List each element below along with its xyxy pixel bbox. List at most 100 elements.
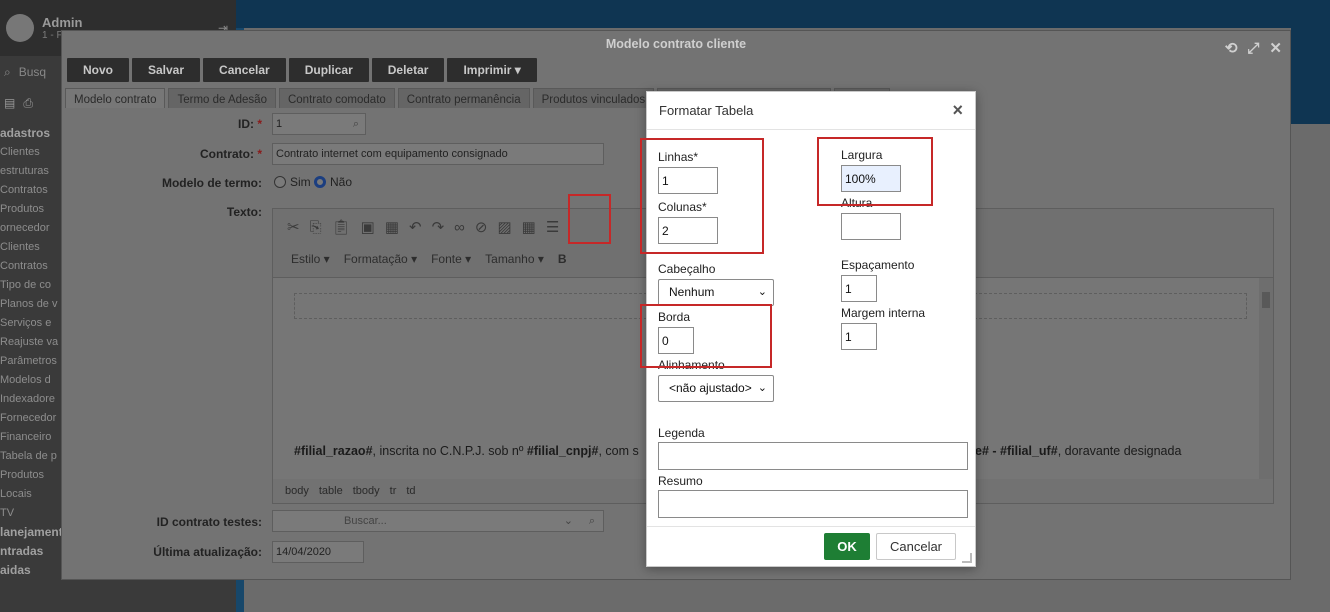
toolbar-button[interactable]: Novo — [67, 58, 129, 82]
print-icon[interactable]: ⎙ — [23, 96, 33, 111]
sidebar-item[interactable]: lanejamento — [0, 523, 62, 542]
sidebar-item[interactable]: Contratos — [0, 257, 62, 276]
list-icon[interactable]: ▤ — [4, 96, 15, 110]
sidebar-item[interactable]: ntradas — [0, 542, 62, 561]
radio-sim-dot[interactable] — [274, 176, 286, 188]
sidebar-item[interactable]: Contratos — [0, 181, 62, 200]
sidebar-item[interactable]: Modelos d — [0, 371, 62, 390]
close-icon[interactable]: ✕ — [1269, 35, 1282, 62]
ultima-atualizacao-label: Última atualização: — [153, 545, 262, 559]
paste-text-icon[interactable]: ▣ — [361, 218, 375, 236]
alinhamento-select[interactable]: <não ajustado> ⌄ — [658, 375, 774, 402]
sidebar-item[interactable]: estruturas — [0, 162, 62, 181]
sidebar-item[interactable]: Clientes — [0, 143, 62, 162]
sidebar-item[interactable]: ornecedor — [0, 219, 62, 238]
toolbar-button[interactable]: Imprimir ▾ — [447, 58, 537, 82]
path-item[interactable]: tr — [390, 479, 397, 503]
cancel-button[interactable]: Cancelar — [876, 533, 956, 560]
id-field[interactable]: 1 ⌕ — [272, 113, 366, 135]
sidebar-item[interactable]: Indexadore — [0, 390, 62, 409]
copy-icon[interactable]: ⎘ — [310, 219, 322, 236]
sidebar-item[interactable]: Clientes — [0, 238, 62, 257]
path-item[interactable]: body — [285, 479, 309, 503]
paste-word-icon[interactable]: ▦ — [385, 218, 399, 236]
resize-handle[interactable] — [962, 553, 972, 563]
contrato-field[interactable]: Contrato internet com equipamento consig… — [272, 143, 604, 165]
undo-icon[interactable]: ↶ — [409, 218, 422, 236]
toolbar-button[interactable]: Duplicar — [288, 58, 369, 82]
sidebar-menu: adastros Clientes estruturas Contratos Produ… — [0, 124, 62, 580]
format-dropdown[interactable]: Tamanho ▾ — [485, 252, 544, 266]
sidebar-item[interactable]: Tabela de p — [0, 447, 62, 466]
cabecalho-select[interactable]: Nenhum ⌄ — [658, 279, 774, 306]
unlink-icon[interactable]: ⊘ — [475, 218, 488, 236]
table-icon[interactable]: ▦ — [522, 218, 536, 236]
history-icon[interactable]: ⟲ — [1225, 35, 1238, 62]
legenda-label: Legenda — [658, 426, 705, 440]
id-testes-search[interactable]: Buscar... ⌄ ⌕ — [272, 510, 604, 532]
path-item[interactable]: tbody — [353, 479, 380, 503]
chevron-down-icon: ▾ — [534, 252, 544, 266]
sidebar-item[interactable]: Fornecedor — [0, 409, 62, 428]
resumo-input[interactable] — [658, 490, 968, 518]
format-table-dialog: Formatar Tabela × Linhas* Colunas* Largu… — [640, 91, 976, 567]
radio-nao[interactable]: Não — [314, 175, 352, 189]
path-item[interactable]: td — [406, 479, 415, 503]
sidebar-item[interactable]: adastros — [0, 124, 62, 143]
sidebar-item[interactable]: Tipo de co — [0, 276, 62, 295]
toolbar-button[interactable]: Salvar — [132, 58, 201, 82]
close-icon[interactable]: × — [952, 100, 963, 121]
altura-input[interactable] — [841, 213, 901, 240]
link-icon[interactable]: ∞ — [454, 219, 465, 236]
chevron-down-icon: ⌄ — [757, 286, 767, 298]
highlight-borda — [640, 304, 772, 368]
format-dropdown[interactable]: Estilo ▾ — [291, 252, 330, 266]
espacamento-label: Espaçamento — [841, 258, 915, 272]
toolbar-button[interactable]: Deletar — [371, 58, 445, 82]
margem-input[interactable] — [841, 323, 877, 350]
format-dropdown-label: Fonte — [431, 252, 462, 266]
sidebar-item[interactable]: aidas — [0, 561, 62, 580]
window-titlebar: Modelo contrato cliente ⟲ ⤢ ✕ — [62, 31, 1290, 58]
sidebar-item[interactable]: Planos de v — [0, 295, 62, 314]
toolbar-button[interactable]: Cancelar — [203, 58, 286, 82]
radio-sim-label: Sim — [290, 175, 311, 189]
bold-icon[interactable]: B — [558, 252, 567, 266]
image-icon[interactable]: ▨ — [497, 218, 511, 236]
redo-icon[interactable]: ↷ — [432, 218, 445, 236]
id-label: ID: * — [237, 117, 262, 131]
sidebar-item[interactable]: Parâmetros — [0, 352, 62, 371]
radio-nao-label: Não — [330, 175, 353, 189]
hr-icon[interactable]: ☰ — [546, 218, 559, 236]
radio-sim[interactable]: Sim — [274, 175, 311, 189]
cabecalho-label: Cabeçalho — [658, 262, 716, 276]
espacamento-input[interactable] — [841, 275, 877, 302]
ok-button[interactable]: OK — [824, 533, 870, 560]
sidebar-item[interactable]: Reajuste va — [0, 333, 62, 352]
sidebar-item[interactable]: TV — [0, 504, 62, 523]
chevron-down-icon: ▾ — [407, 252, 418, 266]
editor-scrollbar[interactable] — [1259, 278, 1273, 481]
sidebar-item[interactable]: Produtos — [0, 200, 62, 219]
format-dropdown-label: Tamanho — [485, 252, 535, 266]
cut-icon[interactable]: ✂ — [287, 218, 300, 236]
search-icon: ⌕ — [4, 64, 11, 79]
scrollbar-thumb[interactable] — [1262, 292, 1270, 308]
radio-nao-dot[interactable] — [314, 176, 326, 188]
sidebar-item[interactable]: Financeiro — [0, 428, 62, 447]
search-icon[interactable]: ⌕ — [589, 511, 595, 531]
format-dropdown[interactable]: Formatação ▾ — [344, 252, 417, 266]
resumo-label: Resumo — [658, 474, 703, 488]
editor-paragraph-right: e# - #filial_uf#, doravante designada — [975, 444, 1182, 458]
sidebar-item[interactable]: Produtos — [0, 466, 62, 485]
expand-icon[interactable]: ⤢ — [1247, 35, 1259, 62]
path-item[interactable]: table — [319, 479, 343, 503]
sidebar-item[interactable]: Locais — [0, 485, 62, 504]
editor-paragraph: #filial_razao#, inscrita no C.N.P.J. sob… — [294, 444, 639, 458]
paste-icon[interactable]: 📋︎ — [332, 218, 351, 236]
legenda-input[interactable] — [658, 442, 968, 470]
chevron-down-icon[interactable]: ⌄ — [564, 511, 573, 531]
format-dropdown[interactable]: Fonte ▾ — [431, 252, 471, 266]
search-icon[interactable]: ⌕ — [353, 114, 359, 134]
sidebar-item[interactable]: Serviços e — [0, 314, 62, 333]
